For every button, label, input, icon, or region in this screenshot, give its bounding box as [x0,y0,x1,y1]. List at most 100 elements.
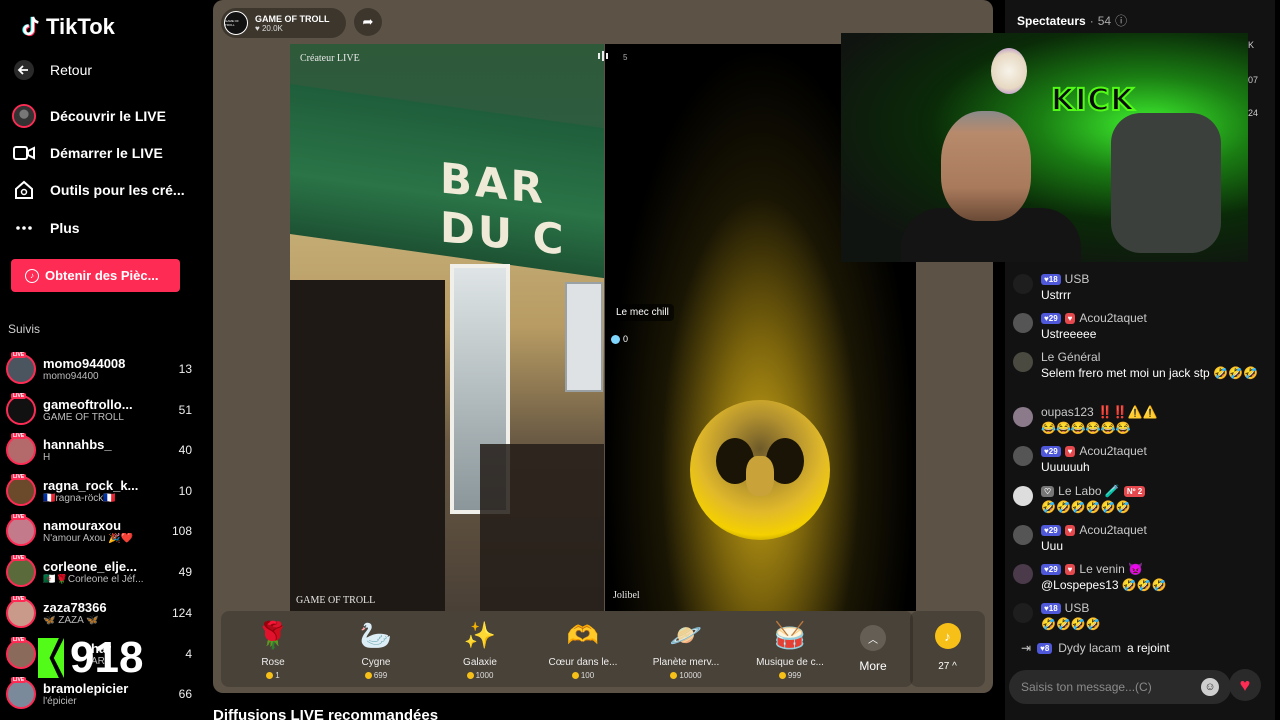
gift-price-value: 999 [787,671,802,680]
nav-discover-live[interactable]: Découvrir le LIVE [12,104,166,128]
level-value: 29 [1048,525,1058,535]
doorway [290,280,445,611]
gift-heart-hands[interactable]: 🫶 Cœur dans le... 100 [535,619,631,681]
gift-price: 100 [535,671,631,680]
home-tools-icon [12,178,36,202]
chat-username: Le Labo 🧪 [1058,484,1120,498]
coin-icon: ♪ [25,268,39,283]
viewer-count: 10 [178,484,192,498]
avatar: LIVE [6,596,36,628]
kick-logo-icon [38,638,64,678]
guest-avatar-bee [690,400,830,540]
chat-text: Uuu [1041,539,1064,553]
arrow-left-icon [12,58,36,82]
level-value: 29 [1048,564,1058,574]
fan-badge: ♥ [1064,524,1076,536]
gift-planet[interactable]: 🪐 Planète merv... 10000 [638,619,734,681]
share-arrow-icon: ➦ [362,14,374,29]
coin-icon [364,672,372,679]
chat-username: Le venin 👿 [1079,562,1144,576]
back-button[interactable]: Retour [12,58,92,82]
awning-text: BAR DU C [440,153,567,265]
avatar: LIVE [6,514,36,546]
avatar [1013,603,1033,623]
live-badge: LIVE [11,393,27,399]
coin-icon [778,672,786,679]
viewer-count: 51 [178,403,192,417]
live-badge: LIVE [11,474,27,480]
level-badge: ♥ 29 [1041,524,1061,536]
share-button[interactable]: ➦ [354,8,382,36]
live-avatar-icon [12,104,36,128]
following-name: namouraxou [43,518,122,533]
following-name: hannahbs_ [43,437,112,452]
chat-message-input[interactable]: Saisis ton message...(C) ☺ [1009,670,1231,704]
nav-more[interactable]: Plus [12,216,80,240]
gift-price-value: 10000 [679,671,702,680]
avatar [1013,564,1033,584]
gift-galaxy[interactable]: ✨ Galaxie 1000 [432,619,528,681]
following-name: zaza78366 [43,600,107,615]
following-item[interactable]: LIVE hannahbs_ H 40 [6,432,192,468]
following-item[interactable]: LIVE ragna_rock_k... 🇫🇷ragna-röck🇫🇷 10 [6,473,192,509]
following-title: Suivis [8,322,41,336]
host-info[interactable]: GAME OF TROLL GAME OF TROLL ♥ 20.0K [221,8,346,38]
following-item[interactable]: LIVE corleone_elje... 🇩🇿🌹Corleone el Jéf.… [6,554,192,590]
live-badge: LIVE [11,596,27,602]
gift-price: 10000 [638,671,734,680]
tiktok-logo[interactable]: TikTok [20,14,115,40]
chat-message: ♥ 29 ♥ Acou2taquet Ustreeeee [1013,311,1263,342]
nav-start-live-label: Démarrer le LIVE [50,145,163,161]
get-coins-label: Obtenir des Pièc... [45,268,159,283]
level-value: 29 [1048,446,1058,456]
info-icon[interactable]: ⓘ [1115,12,1127,29]
nav-creator-tools[interactable]: Outils pour les cré... [12,178,185,202]
audio-bars-icon [597,50,609,65]
gift-swan[interactable]: 🦢 Cygne 699 [328,619,424,681]
viewer-count: 4 [185,647,192,661]
gift-price: 1 [225,671,321,680]
following-item[interactable]: LIVE zaza78366 🦋 ZAZA 🦋 124 [6,595,192,631]
wallet-balance-value: 27 [938,661,950,672]
planet-icon: 🪐 [669,619,703,650]
viewers-header[interactable]: Spectateurs · 54 ⓘ [1017,12,1127,29]
following-name: momo944008 [43,356,126,371]
level-badge: ♥ 29 [1041,445,1061,457]
creator-label: Créateur LIVE [300,53,360,64]
level-value: 18 [1048,274,1058,284]
chat-message: ♥ 29 ♥ Acou2taquet Uuuuuuh [1013,444,1263,475]
viewer-count: 108 [171,524,192,538]
chat-message: ♥ 18 USB Ustrrr [1013,272,1263,303]
following-item[interactable]: LIVE gameoftrollo... GAME OF TROLL 51 [6,392,192,428]
tiktok-note-icon [22,16,39,37]
chat-message: oupas123 ‼️‼️⚠️⚠️ 😂😂😂😂😂😂 [1013,405,1263,436]
guest-video-name: Jolibel [613,590,640,601]
gift-bar: 🌹 Rose 1 🦢 Cygne 699 ✨ Galaxie 1000 🫶 Cœ… [221,611,913,687]
host-likes: ♥ 20.0K [255,24,330,33]
gift-music[interactable]: 🥁 Musique de c... 999 [742,619,838,681]
guest-score-value: 0 [623,334,629,344]
host-avatar-text: GAME OF TROLL [225,19,239,27]
host-video[interactable]: BAR DU C Créateur LIVE GAME OF TROLL [290,44,604,611]
mascot-sticker [991,48,1027,94]
following-sub: momo94400 [43,371,99,382]
live-badge: LIVE [11,352,27,358]
coin-wallet-button[interactable]: ♪ 27 ^ [910,611,985,687]
chevron-up-icon: ︿ [860,625,886,651]
gift-name: Musique de c... [756,657,824,668]
following-item[interactable]: LIVE namouraxou N'amour Axou 🎉❤️ 108 [6,513,192,549]
chat-message: Le Général Selem frero met moi un jack st… [1013,350,1263,381]
following-sub: GAME OF TROLL [43,412,124,423]
get-coins-button[interactable]: ♪ Obtenir des Pièc... [11,259,180,292]
following-name: gameoftrollo... [43,397,133,412]
emoji-icon[interactable]: ☺ [1201,678,1219,696]
chat-text: @Lospepes13 🤣🤣🤣 [1041,578,1167,592]
fan-badge: ♥ [1064,563,1076,575]
following-item[interactable]: LIVE momo944008 momo94400 13 [6,351,192,387]
nav-start-live[interactable]: Démarrer le LIVE [12,141,163,165]
more-gifts-button[interactable]: ︿ More [851,625,895,673]
gift-rose[interactable]: 🌹 Rose 1 [225,619,321,681]
like-heart-button[interactable]: ♥ [1229,669,1261,701]
host-likes-value: 20.0K [261,23,283,33]
coin-icon [466,672,474,679]
